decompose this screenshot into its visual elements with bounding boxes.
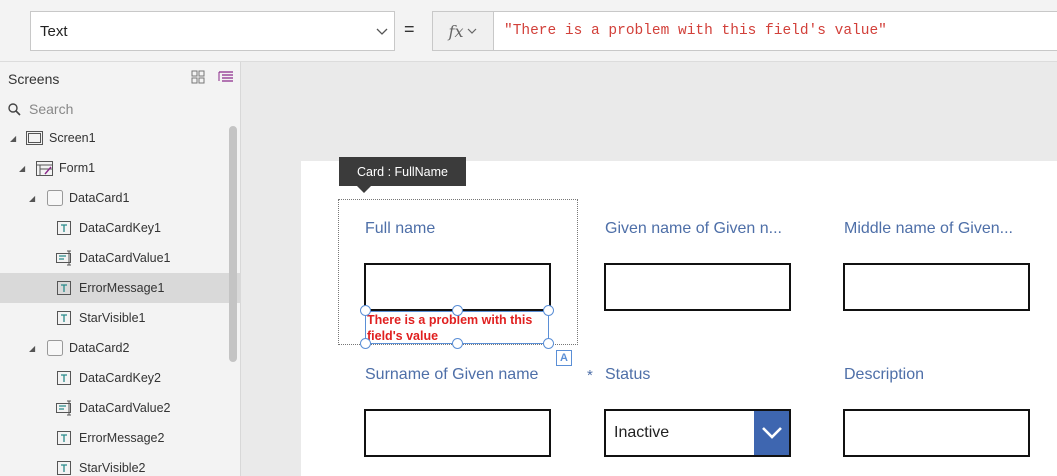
- resize-handle[interactable]: [360, 338, 371, 349]
- tree-item-screen1[interactable]: ◢ Screen1: [0, 123, 241, 153]
- tree-item-datacard2[interactable]: ◢ DataCard2: [0, 333, 241, 363]
- tree-item-label: DataCardValue2: [79, 401, 171, 415]
- label-icon: [57, 431, 71, 445]
- given-name-input[interactable]: [604, 263, 791, 311]
- required-marker: *: [587, 367, 593, 384]
- tree-item-errormessage1[interactable]: ErrorMessage1: [0, 273, 241, 303]
- tooltip-arrow: [357, 186, 371, 193]
- tree-view: ◢ Screen1 ◢ Form1 ◢ DataCard1 DataCardKe…: [0, 123, 241, 476]
- resize-handle[interactable]: [360, 305, 371, 316]
- expand-triangle-icon[interactable]: ◢: [29, 344, 35, 353]
- search-placeholder: Search: [29, 101, 74, 117]
- resize-handle[interactable]: [452, 338, 463, 349]
- label-icon: [57, 281, 71, 295]
- tree-item-starvisible2[interactable]: StarVisible2: [0, 453, 241, 476]
- tree-item-label: DataCardKey1: [79, 221, 161, 235]
- middle-name-input[interactable]: [843, 263, 1030, 311]
- autosize-icon[interactable]: A: [556, 350, 572, 366]
- tree-item-label: StarVisible2: [79, 461, 146, 475]
- search-box[interactable]: Search: [0, 95, 240, 123]
- tree-item-label: ErrorMessage1: [79, 281, 165, 295]
- expand-triangle-icon[interactable]: ◢: [10, 134, 16, 143]
- dropdown-button[interactable]: [754, 411, 789, 455]
- field-label-surname: Surname of Given name: [365, 366, 539, 383]
- label-icon: [57, 221, 71, 235]
- tree-item-datacard1[interactable]: ◢ DataCard1: [0, 183, 241, 213]
- full-name-input[interactable]: [364, 263, 551, 311]
- field-label-description: Description: [844, 366, 925, 383]
- surname-input[interactable]: [364, 409, 551, 457]
- field-label-given-name: Given name of Given n...: [605, 220, 782, 237]
- search-icon: [8, 102, 21, 116]
- field-label-middle-name: Middle name of Given...: [844, 220, 1013, 237]
- tree-item-starvisible1[interactable]: StarVisible1: [0, 303, 241, 333]
- resize-handle[interactable]: [452, 305, 463, 316]
- textinput-icon: [56, 250, 71, 266]
- card-tooltip: Card : FullName: [339, 157, 466, 186]
- tree-item-label: DataCardKey2: [79, 371, 161, 385]
- tree-item-datacardkey2[interactable]: DataCardKey2: [0, 363, 241, 393]
- fx-icon: fx: [448, 21, 464, 41]
- fx-button[interactable]: fx: [432, 11, 494, 51]
- card-icon: [47, 340, 63, 356]
- tree-item-label: Form1: [59, 161, 96, 175]
- expand-triangle-icon[interactable]: ◢: [19, 164, 25, 173]
- panel-title: Screens: [8, 70, 60, 87]
- resize-handle[interactable]: [543, 305, 554, 316]
- tree-item-label: StarVisible1: [79, 311, 146, 325]
- tree-item-datacardvalue1[interactable]: DataCardValue1: [0, 243, 241, 273]
- tree-item-label: DataCardValue1: [79, 251, 171, 265]
- expand-triangle-icon[interactable]: ◢: [29, 194, 35, 203]
- tree-item-datacardvalue2[interactable]: DataCardValue2: [0, 393, 241, 423]
- chevron-down-icon: [761, 427, 782, 439]
- form-icon: [36, 161, 53, 176]
- tree-item-label: Screen1: [49, 131, 96, 145]
- textinput-icon: [56, 400, 71, 416]
- resize-handle[interactable]: [543, 338, 554, 349]
- label-icon: [57, 461, 71, 475]
- tree-item-datacardkey1[interactable]: DataCardKey1: [0, 213, 241, 243]
- tree-item-form1[interactable]: ◢ Form1: [0, 153, 241, 183]
- card-tooltip-text: Card : FullName: [357, 164, 448, 179]
- formula-input[interactable]: "There is a problem with this field's va…: [493, 11, 1057, 51]
- chevron-down-icon: [376, 28, 388, 35]
- field-label-full-name: Full name: [365, 220, 436, 237]
- label-icon: [57, 311, 71, 325]
- autosize-badge-text: A: [560, 352, 568, 364]
- field-label-status: Status: [605, 366, 651, 383]
- status-dropdown[interactable]: Inactive: [604, 409, 791, 457]
- screen-icon: [26, 131, 43, 145]
- property-dropdown[interactable]: Text: [30, 11, 395, 51]
- label-icon: [57, 371, 71, 385]
- description-input[interactable]: [843, 409, 1030, 457]
- equals-sign: =: [404, 19, 415, 39]
- tree-view-icon[interactable]: [218, 70, 234, 84]
- status-dropdown-value: Inactive: [614, 424, 670, 441]
- screens-panel: Screens Search ◢ Screen1 ◢ Form1 ◢ DataC…: [0, 62, 241, 476]
- thumbnail-view-icon[interactable]: [191, 70, 205, 84]
- formula-bar: Text = fx "There is a problem with this …: [0, 0, 1057, 62]
- tree-item-errormessage2[interactable]: ErrorMessage2: [0, 423, 241, 453]
- formula-text: "There is a problem with this field's va…: [504, 23, 887, 39]
- property-dropdown-value: Text: [40, 22, 68, 40]
- chevron-down-icon: [468, 28, 477, 34]
- card-icon: [47, 190, 63, 206]
- tree-scrollbar[interactable]: [229, 126, 237, 362]
- tree-item-label: ErrorMessage2: [79, 431, 165, 445]
- tree-item-label: DataCard2: [69, 341, 130, 355]
- tree-item-label: DataCard1: [69, 191, 130, 205]
- panel-header: Screens: [0, 62, 240, 95]
